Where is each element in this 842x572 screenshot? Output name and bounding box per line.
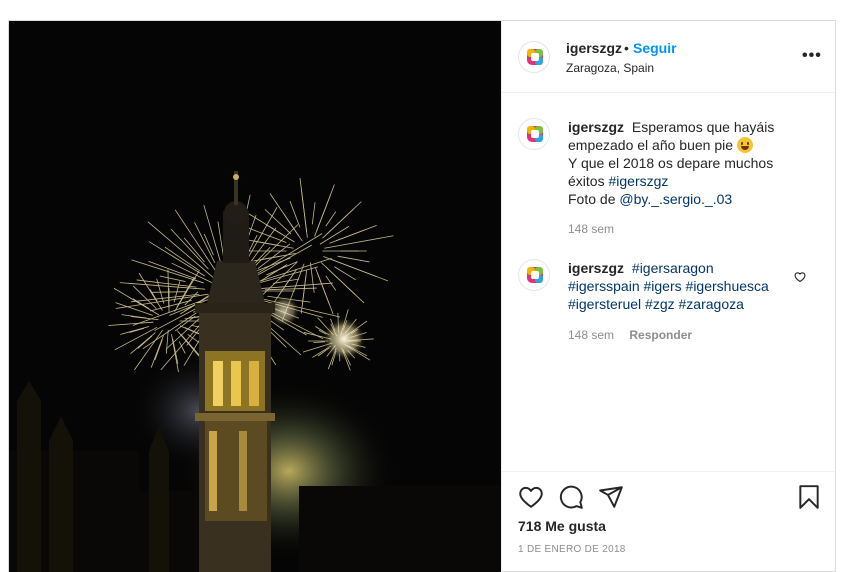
hashtag-link[interactable]: #igersaragon [632,260,714,276]
tongue-emoji-icon [736,137,753,153]
post-header: igerszgz • Seguir Zaragoza, Spain ••• [502,21,837,93]
likes-count[interactable]: 718 Me gusta [518,518,606,534]
igerszgz-logo-icon [527,49,543,65]
follow-button[interactable]: Seguir [633,40,677,56]
caption-text: igerszgz Esperamos que hayáis empezado e… [568,118,788,208]
share-icon[interactable] [598,484,624,510]
avatar[interactable] [518,118,550,150]
comment-username[interactable]: igerszgz [568,260,624,276]
comment-time[interactable]: 148 sem [568,222,614,236]
caption-comment: igerszgz Esperamos que hayáis empezado e… [518,118,818,238]
location-link[interactable]: Zaragoza, Spain [566,61,654,75]
hashtags-comment: igerszgz #igersaragon #igersspain #igers… [518,259,818,359]
comment-time[interactable]: 148 sem [568,328,614,342]
hashtag-link[interactable]: #igerszgz [608,173,668,189]
caption-line-2: Y que el 2018 os depare muchos éxitos [568,155,774,189]
igerszgz-logo-icon [527,267,543,283]
fireworks-photo [9,21,501,572]
hashtag-link[interactable]: #igersspain [568,278,640,294]
reply-button[interactable]: Responder [629,328,692,342]
hashtag-link[interactable]: #igershuesca [686,278,769,294]
comment-like-heart-icon[interactable] [794,271,806,283]
photo-credit-label: Foto de [568,191,616,207]
bookmark-icon[interactable] [796,484,822,510]
instagram-post: igerszgz • Seguir Zaragoza, Spain ••• ig… [8,20,837,572]
hashtag-link[interactable]: #igersteruel [568,296,641,312]
header-username[interactable]: igerszgz [566,40,622,56]
post-sidebar: igerszgz • Seguir Zaragoza, Spain ••• ig… [501,21,837,572]
heart-icon[interactable] [518,484,544,510]
post-actions: 718 Me gusta 1 DE ENERO DE 2018 [502,471,837,572]
hashtag-link[interactable]: #igers [644,278,682,294]
post-date[interactable]: 1 DE ENERO DE 2018 [518,544,626,555]
avatar[interactable] [518,41,550,73]
igerszgz-logo-icon [527,126,543,142]
hashtag-link[interactable]: #zaragoza [679,296,744,312]
comment-meta: 148 sem [568,222,614,236]
separator-dot: • [624,40,629,56]
mention-link[interactable]: @by._.sergio._.03 [619,191,732,207]
hashtags-text: igerszgz #igersaragon #igersspain #igers… [568,259,788,313]
comment-icon[interactable] [558,484,584,510]
comment-username[interactable]: igerszgz [568,119,624,135]
avatar[interactable] [518,259,550,291]
comments-list[interactable]: igerszgz Esperamos que hayáis empezado e… [502,94,837,471]
more-options-icon[interactable]: ••• [802,47,822,65]
hashtag-link[interactable]: #zgz [645,296,675,312]
post-photo[interactable] [9,21,501,572]
comment-meta: 148 sem Responder [568,328,692,342]
